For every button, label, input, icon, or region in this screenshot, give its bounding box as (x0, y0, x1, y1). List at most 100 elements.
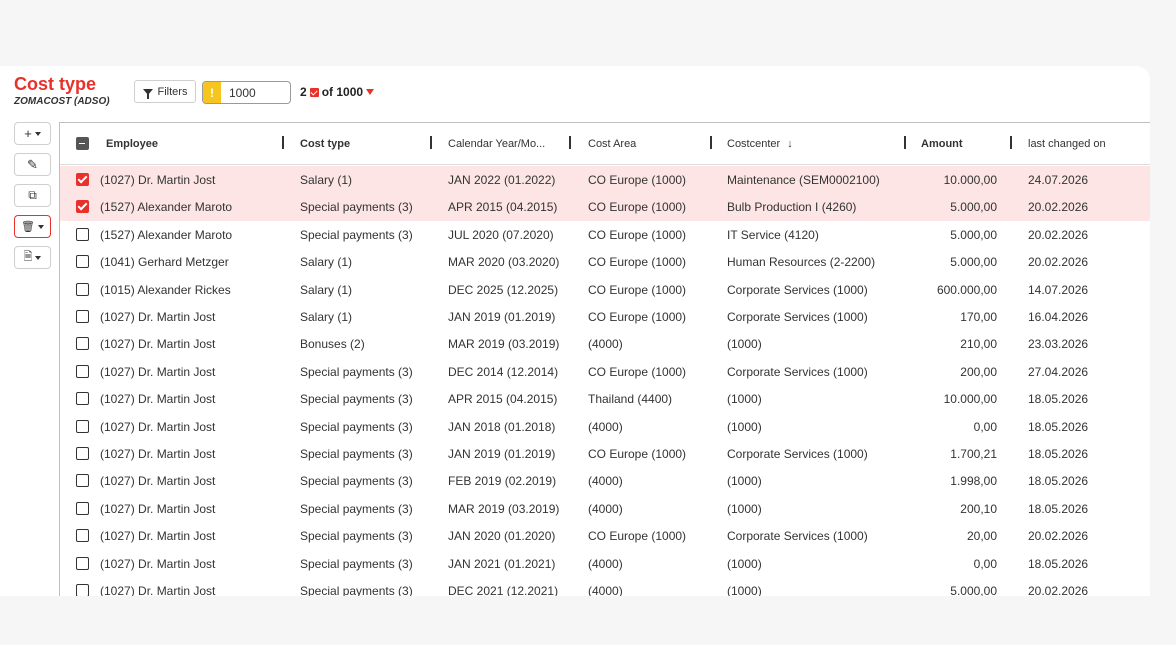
row-checkbox[interactable] (76, 584, 89, 596)
table-row[interactable]: (1027) Dr. Martin Jost Special payments (… (60, 358, 1150, 385)
cell-amount: 0,00 (973, 419, 997, 434)
table-row[interactable]: (1027) Dr. Martin Jost Special payments (… (60, 385, 1150, 412)
cell-employee: (1027) Dr. Martin Jost (100, 392, 216, 407)
column-separator[interactable] (904, 136, 906, 149)
row-checkbox[interactable] (76, 392, 89, 406)
page-title: Cost type (14, 74, 97, 94)
cell-cost-area: CO Europe (1000) (588, 282, 687, 297)
cell-costcenter: Corporate Services (1000) (727, 529, 868, 544)
cell-cost-type: Special payments (3) (300, 501, 413, 516)
table-row[interactable]: (1027) Dr. Martin Jost Salary (1) JAN 2019… (60, 303, 1150, 330)
table-row[interactable]: (1027) Dr. Martin Jost Special payments (… (60, 522, 1150, 549)
cell-last-changed: 20.02.2026 (1028, 227, 1089, 242)
column-header-calendar-year-month[interactable]: Calendar Year/Mo... (448, 138, 545, 150)
table-row[interactable]: (1027) Dr. Martin Jost Special payments (… (60, 550, 1150, 577)
row-checkbox[interactable] (76, 337, 89, 351)
data-table: Employee Cost type Calendar Year/Mo... C… (59, 122, 1150, 596)
column-separator[interactable] (569, 136, 571, 149)
row-checkbox[interactable] (76, 419, 89, 433)
cell-cost-area: (4000) (588, 419, 623, 434)
row-checkbox[interactable] (76, 501, 89, 515)
row-checkbox[interactable] (76, 227, 89, 241)
table-row[interactable]: (1027) Dr. Martin Jost Bonuses (2) MAR 201… (60, 330, 1150, 357)
row-limit-value: 1000 (229, 85, 256, 100)
cell-amount: 200,10 (960, 501, 997, 516)
column-header-cost-type[interactable]: Cost type (300, 138, 350, 150)
cell-last-changed: 18.05.2026 (1028, 501, 1089, 516)
column-separator[interactable] (1010, 136, 1012, 149)
row-checkbox[interactable] (76, 474, 89, 488)
table-row[interactable]: (1041) Gerhard Metzger Salary (1) MAR 2020… (60, 248, 1150, 275)
column-header-cost-area[interactable]: Cost Area (588, 138, 636, 150)
cell-costcenter: (1000) (727, 419, 762, 434)
row-checkbox[interactable] (76, 310, 89, 323)
row-checkbox[interactable] (76, 200, 89, 214)
cell-employee: (1027) Dr. Martin Jost (100, 173, 216, 187)
edit-button[interactable]: ✎ (14, 153, 51, 176)
cell-calendar-period: MAR 2020 (03.2020) (448, 255, 560, 270)
column-header-costcenter[interactable]: Costcenter ↓ (727, 138, 793, 150)
delete-button[interactable]: 🗑 (14, 215, 51, 238)
cell-last-changed: 27.04.2026 (1028, 364, 1089, 379)
chevron-down-icon (34, 131, 41, 136)
cell-costcenter: Human Resources (2-2200) (727, 255, 876, 270)
row-checkbox[interactable] (76, 529, 89, 543)
table-row[interactable]: (1527) Alexander Maroto Special payments … (60, 221, 1150, 248)
copy-button[interactable]: ⧉ (14, 184, 51, 207)
cell-cost-type: Special payments (3) (300, 364, 413, 379)
row-checkbox[interactable] (76, 282, 89, 296)
table-row[interactable]: (1027) Dr. Martin Jost Special payments (… (60, 440, 1150, 467)
dropdown-triangle-icon[interactable] (366, 89, 375, 95)
select-all-checkbox[interactable] (76, 137, 89, 150)
column-header-employee[interactable]: Employee (106, 138, 158, 150)
table-row[interactable]: (1527) Alexander Maroto Special payments … (60, 193, 1150, 221)
cell-last-changed: 20.02.2026 (1028, 255, 1089, 270)
column-separator[interactable] (710, 136, 712, 149)
table-row[interactable]: (1027) Dr. Martin Jost Special payments (… (60, 413, 1150, 440)
cell-last-changed: 14.07.2026 (1028, 282, 1089, 297)
row-checkbox[interactable] (76, 173, 89, 186)
cell-last-changed: 18.05.2026 (1028, 419, 1089, 434)
cell-employee: (1027) Dr. Martin Jost (100, 447, 216, 461)
filters-button[interactable]: Filters (134, 80, 196, 103)
copy-icon: ⧉ (28, 188, 37, 202)
row-checkbox[interactable] (76, 447, 89, 460)
row-checkbox[interactable] (76, 364, 89, 378)
cell-calendar-period: JAN 2021 (01.2021) (448, 556, 556, 571)
cell-last-changed: 18.05.2026 (1028, 474, 1089, 489)
column-header-amount[interactable]: Amount (921, 138, 963, 150)
cell-cost-area: CO Europe (1000) (588, 173, 687, 187)
checked-icon (309, 87, 319, 97)
selected-count: 2 (300, 85, 307, 99)
cell-cost-area: CO Europe (1000) (588, 310, 687, 324)
add-button[interactable]: + (14, 122, 51, 145)
column-separator[interactable] (282, 136, 284, 149)
row-checkbox[interactable] (76, 556, 89, 570)
table-row[interactable]: (1015) Alexander Rickes Salary (1) DEC 202… (60, 276, 1150, 303)
table-row[interactable]: (1027) Dr. Martin Jost Special payments (… (60, 467, 1150, 494)
table-row[interactable]: (1027) Dr. Martin Jost Special payments (… (60, 577, 1150, 596)
table-row[interactable]: (1027) Dr. Martin Jost Salary (1) JAN 2022… (60, 166, 1150, 194)
cell-cost-area: (4000) (588, 337, 623, 352)
cell-amount: 5.000,00 (950, 200, 997, 215)
export-button[interactable]: 🗎 (14, 246, 51, 269)
cell-last-changed: 20.02.2026 (1028, 529, 1089, 544)
cell-cost-area: CO Europe (1000) (588, 255, 687, 270)
cell-amount: 1.700,21 (950, 447, 997, 461)
cell-costcenter: Bulb Production I (4260) (727, 200, 857, 215)
cell-cost-type: Special payments (3) (300, 529, 413, 544)
cell-last-changed: 23.03.2026 (1028, 337, 1089, 352)
cell-cost-area: Thailand (4400) (588, 392, 673, 407)
row-limit-input[interactable]: ! 1000 (202, 81, 291, 104)
cell-amount: 5.000,00 (950, 584, 997, 596)
column-separator[interactable] (430, 136, 432, 149)
cell-employee: (1027) Dr. Martin Jost (100, 364, 216, 379)
cell-calendar-period: MAR 2019 (03.2019) (448, 501, 560, 516)
column-header-last-changed[interactable]: last changed on (1028, 138, 1106, 150)
table-row[interactable]: (1027) Dr. Martin Jost Special payments (… (60, 495, 1150, 522)
cell-calendar-period: JAN 2019 (01.2019) (448, 447, 556, 461)
cell-last-changed: 20.02.2026 (1028, 584, 1089, 596)
row-checkbox[interactable] (76, 255, 89, 269)
cell-cost-area: CO Europe (1000) (588, 227, 687, 242)
cell-cost-area: (4000) (588, 584, 623, 596)
